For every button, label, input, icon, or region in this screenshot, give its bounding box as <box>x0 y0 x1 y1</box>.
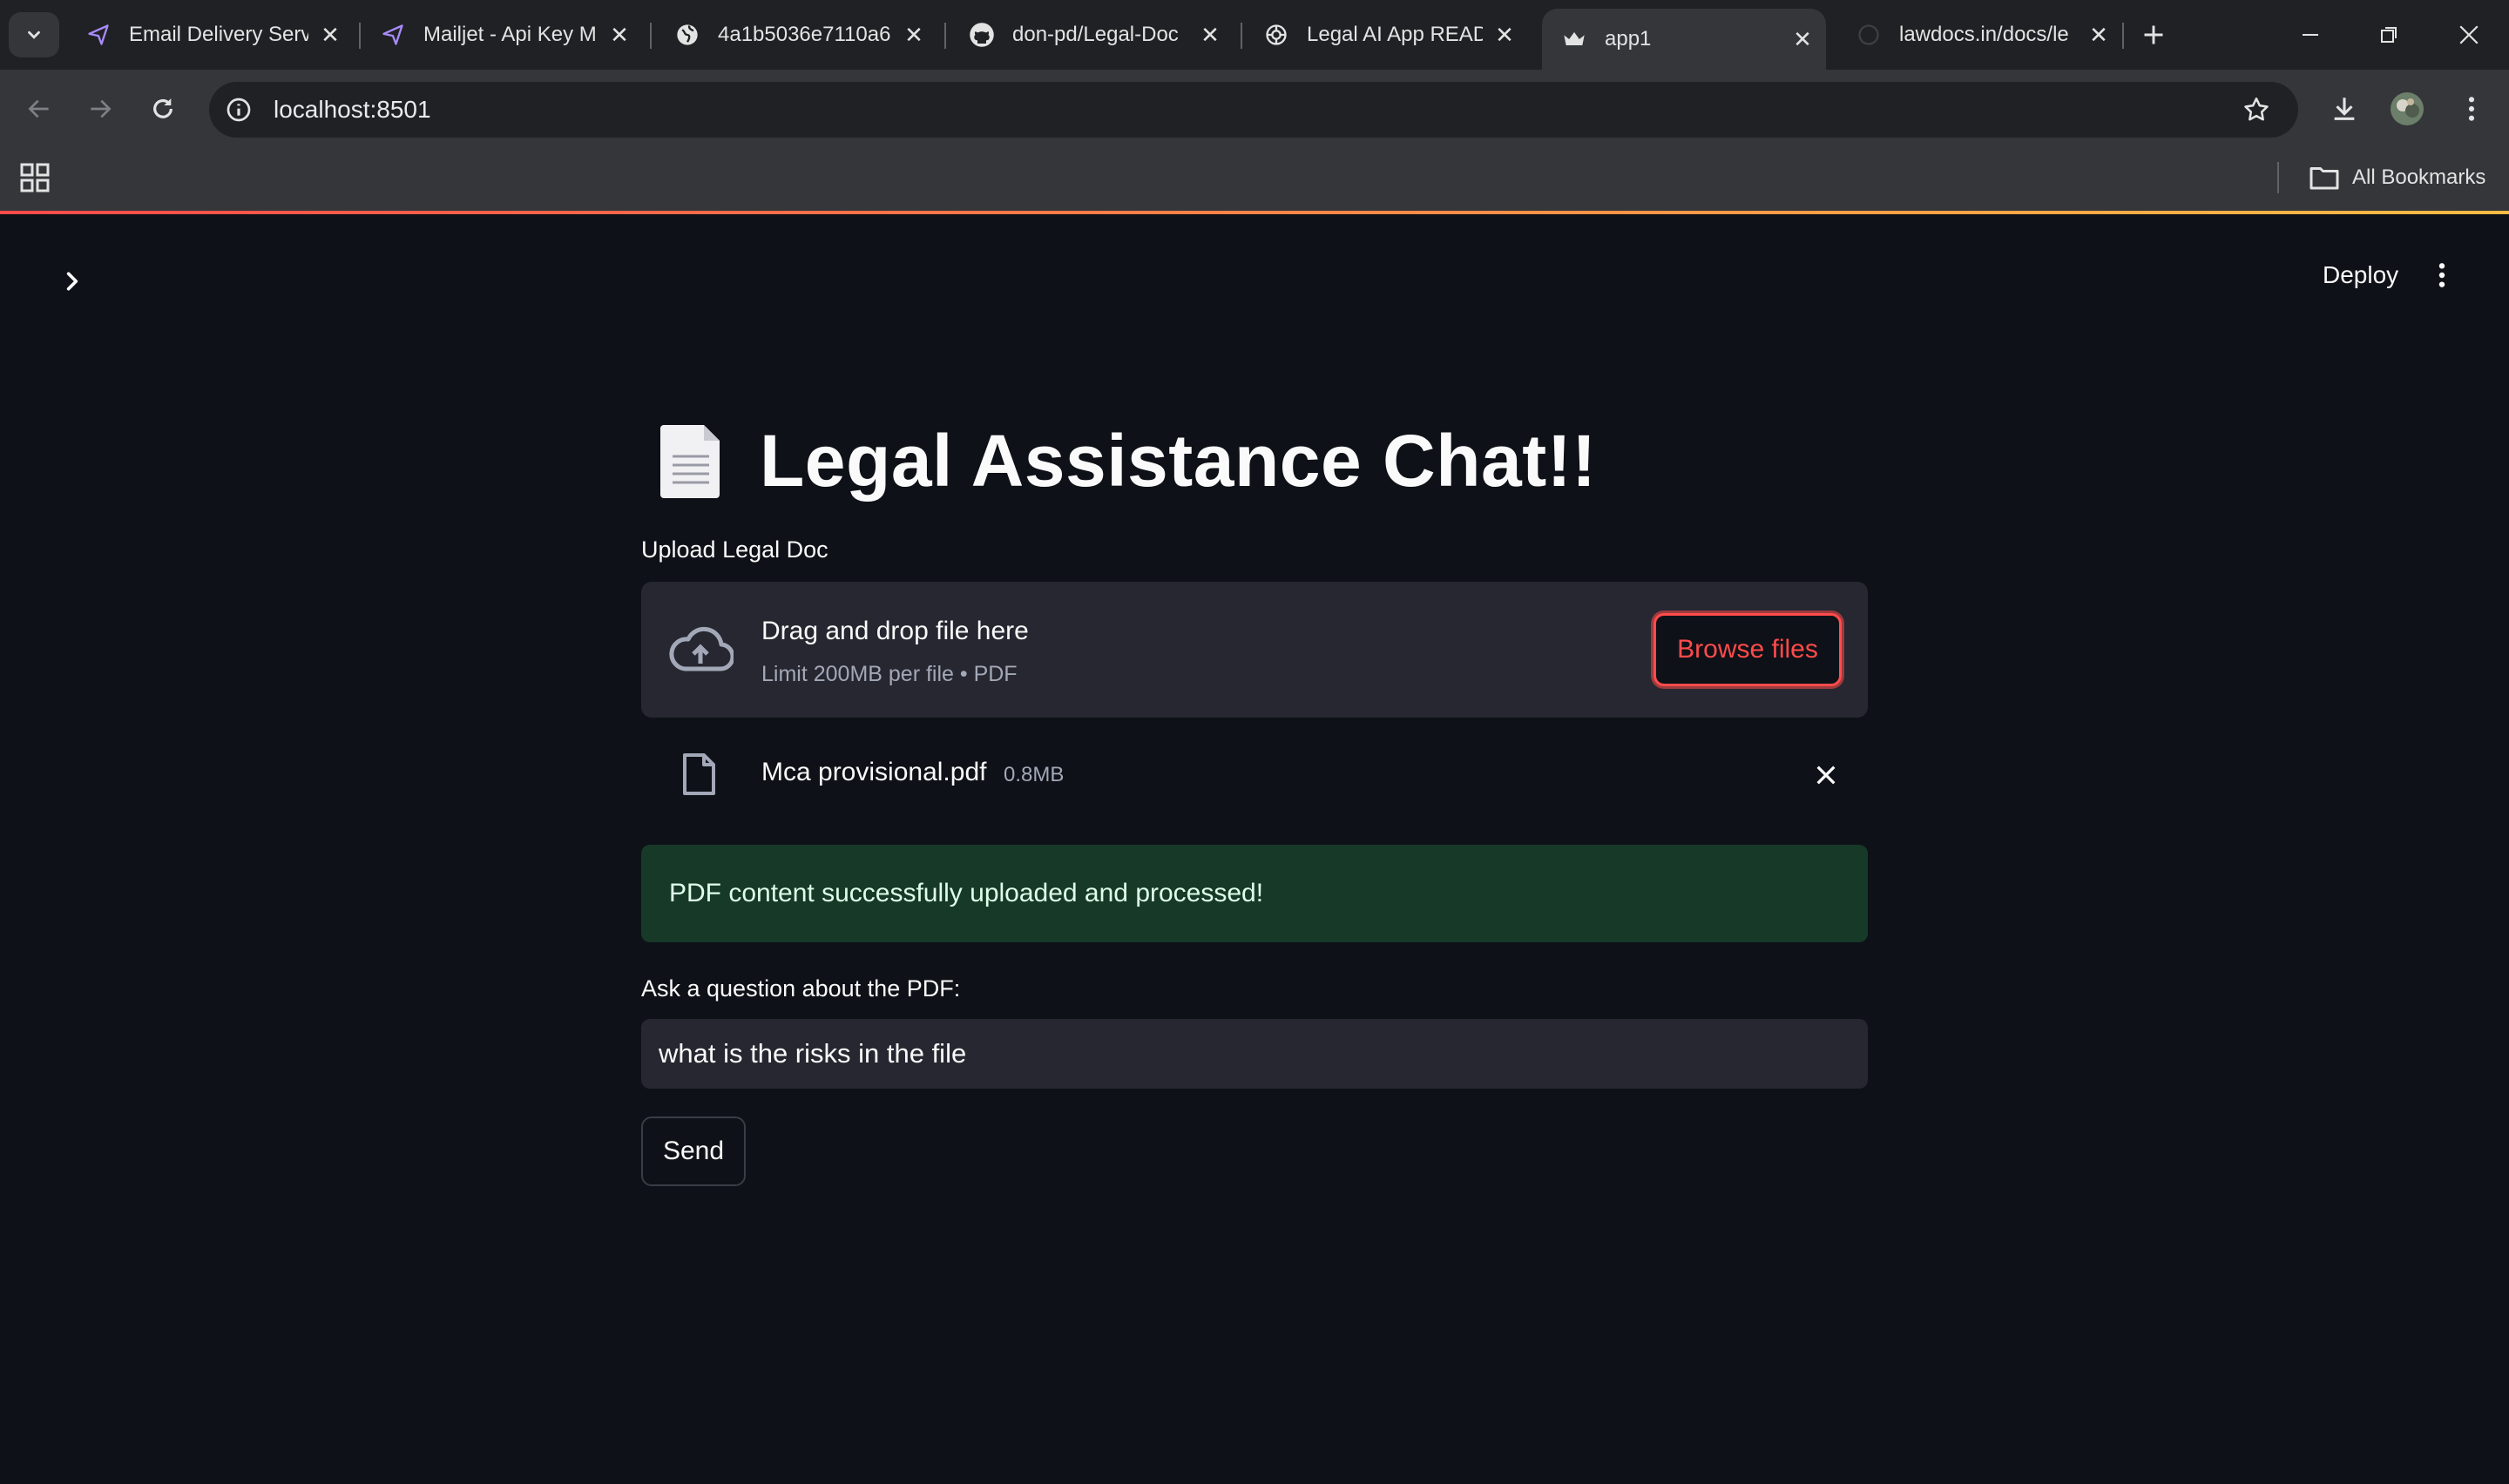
uploaded-file-row: Mca provisional.pdf 0.8MB <box>641 740 1868 803</box>
site-info-icon[interactable] <box>221 92 256 127</box>
tab-app1[interactable]: app1 ✕ <box>1542 9 1826 70</box>
reload-button[interactable] <box>143 89 183 129</box>
file-icon <box>683 753 715 795</box>
folder-icon <box>2309 167 2339 190</box>
restore-icon <box>2381 27 2397 43</box>
back-button[interactable] <box>19 89 59 129</box>
loading-icon <box>1856 22 1882 48</box>
tab-mailjet[interactable]: Mailjet - Api Key M ✕ <box>361 9 643 61</box>
file-dropzone[interactable]: Drag and drop file here Limit 200MB per … <box>641 582 1868 718</box>
navigation-bar: localhost:8501 <box>0 70 2509 148</box>
question-input[interactable] <box>641 1019 1868 1089</box>
bookmarks-bar: All Bookmarks <box>0 148 2509 214</box>
sidebar-toggle-button[interactable] <box>57 266 87 296</box>
tab-separator <box>944 23 946 49</box>
tab-title: don-pd/Legal-Doc <box>1012 23 1179 46</box>
arrow-right-icon <box>91 99 112 118</box>
close-icon <box>2459 25 2479 44</box>
all-bookmarks-label: All Bookmarks <box>2352 165 2486 189</box>
all-bookmarks-button[interactable]: All Bookmarks <box>2309 159 2485 197</box>
dropzone-title: Drag and drop file here <box>761 617 1029 645</box>
send-button[interactable]: Send <box>641 1116 746 1186</box>
avatar-icon <box>2391 92 2424 125</box>
close-tab-icon[interactable]: ✕ <box>1491 22 1518 48</box>
close-icon <box>1816 766 1836 785</box>
tab-title: Mailjet - Api Key M <box>423 23 597 46</box>
bookmark-star-icon[interactable] <box>2239 92 2274 127</box>
close-window-button[interactable] <box>2443 10 2495 59</box>
tab-title: Legal AI App READ <box>1307 23 1483 46</box>
minimize-button[interactable] <box>2284 10 2337 59</box>
tab-github[interactable]: don-pd/Legal-Doc ✕ <box>950 9 1234 61</box>
browser-chrome: Email Delivery Serv ✕ Mailjet - Api Key … <box>0 0 2509 214</box>
tab-strip: Email Delivery Serv ✕ Mailjet - Api Key … <box>0 0 2509 70</box>
chevron-right-icon <box>66 272 78 291</box>
kebab-menu-icon <box>2438 263 2445 287</box>
tab-hash[interactable]: 4a1b5036e7110a6 ✕ <box>655 9 937 61</box>
uploaded-file-name: Mca provisional.pdf <box>761 758 987 786</box>
restore-button[interactable] <box>2363 10 2415 59</box>
dropzone-limit: Limit 200MB per file • PDF <box>761 662 1018 686</box>
minimize-icon <box>2303 34 2318 36</box>
browse-files-button[interactable]: Browse files <box>1654 613 1842 686</box>
downloads-button[interactable] <box>2324 89 2364 129</box>
close-tab-icon[interactable]: ✕ <box>606 22 632 48</box>
tab-separator <box>650 23 652 49</box>
address-bar[interactable]: localhost:8501 <box>209 82 2298 138</box>
tab-title: app1 <box>1605 27 1652 51</box>
tab-email-delivery[interactable]: Email Delivery Serv ✕ <box>66 9 354 61</box>
globe-icon <box>674 22 700 48</box>
kebab-menu-icon <box>2468 97 2475 121</box>
paper-plane-icon <box>380 22 406 48</box>
close-tab-icon[interactable]: ✕ <box>1789 26 1816 52</box>
tab-title: lawdocs.in/docs/le <box>1899 23 2069 46</box>
new-tab-button[interactable] <box>2134 16 2173 54</box>
page-title-text: Legal Assistance Chat!! <box>760 419 1597 502</box>
tab-title: Email Delivery Serv <box>129 23 308 46</box>
tab-separator <box>2122 23 2124 49</box>
bookmarks-separator <box>2277 162 2279 193</box>
close-tab-icon[interactable]: ✕ <box>1197 22 1223 48</box>
document-emoji-icon <box>660 425 720 498</box>
upload-label: Upload Legal Doc <box>641 536 828 563</box>
remove-file-button[interactable] <box>1809 758 1843 793</box>
success-alert: PDF content successfully uploaded and pr… <box>641 845 1868 942</box>
plus-icon <box>2144 25 2163 44</box>
chevron-down-icon <box>28 30 40 39</box>
deploy-button[interactable]: Deploy <box>2305 251 2416 300</box>
main-menu-button[interactable] <box>2422 253 2462 298</box>
tab-legal-ai-readme[interactable]: Legal AI App READ ✕ <box>1244 9 1528 61</box>
github-icon <box>969 22 995 48</box>
forward-button[interactable] <box>80 89 120 129</box>
apps-grid-icon[interactable] <box>19 162 51 193</box>
tab-search-button[interactable] <box>9 12 59 57</box>
close-tab-icon[interactable]: ✕ <box>317 22 343 48</box>
page-title: Legal Assistance Chat!! <box>659 413 1597 509</box>
question-label: Ask a question about the PDF: <box>641 975 961 1002</box>
arrow-left-icon <box>28 99 49 118</box>
tab-title: 4a1b5036e7110a6 <box>718 23 891 46</box>
paper-plane-icon <box>85 22 112 48</box>
openai-icon <box>1263 22 1289 48</box>
reload-icon <box>153 98 172 118</box>
cloud-upload-icon <box>669 626 734 671</box>
streamlit-crown-icon <box>1561 26 1587 52</box>
browser-menu-button[interactable] <box>2452 89 2492 129</box>
url-text: localhost:8501 <box>274 96 431 123</box>
close-tab-icon[interactable]: ✕ <box>901 22 927 48</box>
streamlit-app: Deploy Legal Assistance Chat!! Upload Le… <box>0 214 2509 1484</box>
tab-separator <box>1241 23 1242 49</box>
tab-lawdocs[interactable]: lawdocs.in/docs/le ✕ <box>1836 9 2122 61</box>
profile-avatar[interactable] <box>2387 89 2427 129</box>
uploaded-file-size: 0.8MB <box>1004 763 1065 786</box>
close-tab-icon[interactable]: ✕ <box>2086 22 2112 48</box>
download-icon <box>2334 98 2355 120</box>
